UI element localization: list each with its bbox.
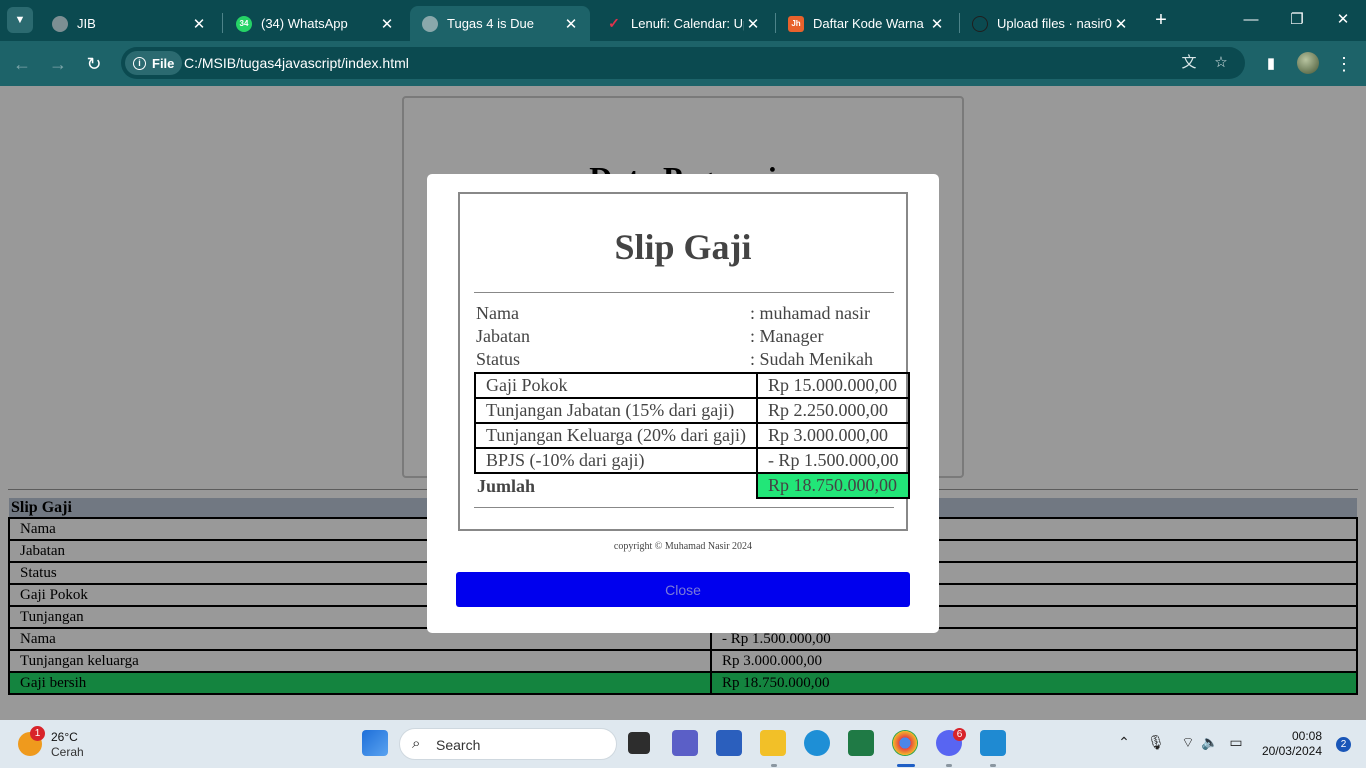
tab-whatsapp[interactable]: 34 (34) WhatsApp ✕ <box>224 6 406 41</box>
vscode-icon[interactable] <box>980 730 1006 756</box>
arrow-right-icon: → <box>49 54 67 74</box>
calendar-app-icon: ✓ <box>608 15 620 31</box>
microphone-icon[interactable]: 🎙 <box>1146 734 1166 751</box>
tab-separator <box>222 13 223 33</box>
weather-desc: Cerah <box>51 745 84 759</box>
jh-logo-icon: Jh <box>788 15 804 32</box>
close-icon[interactable]: ✕ <box>928 15 946 33</box>
file-explorer-icon[interactable] <box>760 730 786 756</box>
discord-badge: 6 <box>953 728 966 741</box>
reload-button[interactable]: ↻ <box>81 51 107 77</box>
url-text[interactable]: C:/MSIB/tugas4javascript/index.html <box>184 55 409 71</box>
tab-title: Tugas 4 is Due <box>447 16 534 31</box>
taskbar-search[interactable]: ⌕ Search <box>399 728 617 760</box>
close-icon[interactable]: ✕ <box>744 15 762 33</box>
salary-details-table: Gaji Pokok Rp 15.000.000,00 Tunjangan Jab… <box>474 372 911 499</box>
chevron-up-icon[interactable]: ⌃ <box>1114 734 1134 751</box>
table-row: Gaji Pokok Rp 15.000.000,00 <box>474 372 911 399</box>
close-button[interactable]: Close <box>456 572 910 607</box>
windows-start-icon[interactable] <box>362 730 388 756</box>
close-icon[interactable]: ✕ <box>1112 15 1130 33</box>
tab-lenufi-calendar[interactable]: ✓ Lenufi: Calendar: Upc ✕ <box>594 6 772 41</box>
battery-icon[interactable]: ▭ <box>1226 734 1246 751</box>
github-icon <box>972 15 988 32</box>
total-row: Jumlah Rp 18.750.000,00 <box>475 472 911 499</box>
slip-title: Slip Gaji <box>614 227 752 267</box>
translate-icon[interactable]: 文 <box>1179 53 1199 73</box>
taskbar: 1 26°C Cerah ⌕ Search 6 ⌃ 🎙 ⌔ 🔈 ▭ 00:08 … <box>0 720 1366 768</box>
tab-jib[interactable]: JIB ✕ <box>40 6 218 41</box>
divider <box>474 507 894 508</box>
edge-icon[interactable] <box>804 730 830 756</box>
globe-icon <box>422 15 438 32</box>
divider <box>474 292 894 293</box>
browser-toolbar: ← → ↻ i File C:/MSIB/tugas4javascript/in… <box>0 41 1366 86</box>
weather-badge: 1 <box>30 726 45 741</box>
clock-date: 20/03/2024 <box>1261 744 1322 758</box>
running-indicator <box>990 764 996 767</box>
volume-icon[interactable]: 🔈 <box>1200 734 1220 751</box>
tab-upload-files[interactable]: Upload files · nasir03/ ✕ <box>960 6 1140 41</box>
active-indicator <box>897 764 915 767</box>
kebab-menu-icon: ⋮ <box>1335 54 1353 74</box>
info-icon: i <box>133 56 146 70</box>
task-view-icon[interactable] <box>628 732 650 754</box>
search-icon: ⌕ <box>412 735 421 752</box>
clock-time: 00:08 <box>1291 729 1322 743</box>
close-icon[interactable]: ✕ <box>378 15 396 33</box>
table-row: Tunjangan Jabatan (15% dari gaji) Rp 2.25… <box>474 397 911 424</box>
side-panel-button[interactable]: ▮ <box>1258 51 1284 77</box>
table-row: Tunjangan Keluarga (20% dari gaji) Rp 3.0… <box>474 422 911 449</box>
teams-icon[interactable] <box>672 730 698 756</box>
close-icon[interactable]: ✕ <box>562 15 580 33</box>
word-icon[interactable] <box>716 730 742 756</box>
tab-title: Lenufi: Calendar: Upc <box>631 16 744 31</box>
star-icon[interactable]: ☆ <box>1211 53 1231 73</box>
excel-icon[interactable] <box>848 730 874 756</box>
running-indicator <box>946 764 952 767</box>
copyright-text: copyright © Muhamad Nasir 2024 <box>613 541 753 552</box>
weather-temp: 26°C <box>51 730 78 744</box>
notification-badge[interactable]: 2 <box>1336 737 1351 752</box>
salary-slip-modal: Slip Gaji Nama : muhamad nasir Jabatan :… <box>427 174 939 633</box>
tab-daftar-kode-warna[interactable]: Jh Daftar Kode Warna H ✕ <box>776 6 956 41</box>
scheme-label: File <box>152 55 175 71</box>
arrow-left-icon: ← <box>13 54 31 74</box>
close-icon[interactable]: ✕ <box>190 15 208 33</box>
tab-title: Daftar Kode Warna H <box>813 16 928 31</box>
chrome-icon[interactable] <box>892 730 918 756</box>
whatsapp-icon: 34 <box>236 15 252 32</box>
table-row: BPJS (-10% dari gaji) - Rp 1.500.000,00 <box>474 447 911 474</box>
running-indicator <box>771 764 777 767</box>
menu-button[interactable]: ⋮ <box>1331 51 1357 77</box>
address-bar[interactable]: i File C:/MSIB/tugas4javascript/index.ht… <box>121 47 1245 79</box>
back-button[interactable]: ← <box>9 51 35 77</box>
site-info-chip[interactable]: i File <box>125 51 183 75</box>
search-label: Search <box>436 737 481 753</box>
reload-icon: ↻ <box>86 54 102 74</box>
tab-title: JIB <box>77 16 96 31</box>
profile-avatar[interactable] <box>1297 52 1319 74</box>
tab-search-button[interactable]: ▼ <box>7 7 33 33</box>
tab-title: (34) WhatsApp <box>261 16 348 31</box>
clock[interactable]: 00:08 20/03/2024 <box>1262 729 1322 759</box>
tab-tugas-4[interactable]: Tugas 4 is Due ✕ <box>410 6 590 41</box>
restore-button[interactable]: ❐ <box>1282 8 1312 32</box>
tab-strip: ▼ JIB ✕ 34 (34) WhatsApp ✕ Tugas 4 is Du… <box>0 0 1366 41</box>
wifi-icon[interactable]: ⌔ <box>1178 734 1198 752</box>
tab-title: Upload files · nasir03/ <box>997 16 1112 31</box>
globe-icon <box>52 15 68 32</box>
chevron-down-icon: ▼ <box>14 14 26 26</box>
close-window-button[interactable]: ✕ <box>1328 8 1358 32</box>
new-tab-button[interactable]: + <box>1150 8 1172 32</box>
salary-slip: Slip Gaji Nama : muhamad nasir Jabatan :… <box>458 192 911 531</box>
forward-button[interactable]: → <box>45 51 71 77</box>
minimize-button[interactable]: — <box>1236 8 1266 32</box>
side-panel-icon: ▮ <box>1266 55 1276 72</box>
